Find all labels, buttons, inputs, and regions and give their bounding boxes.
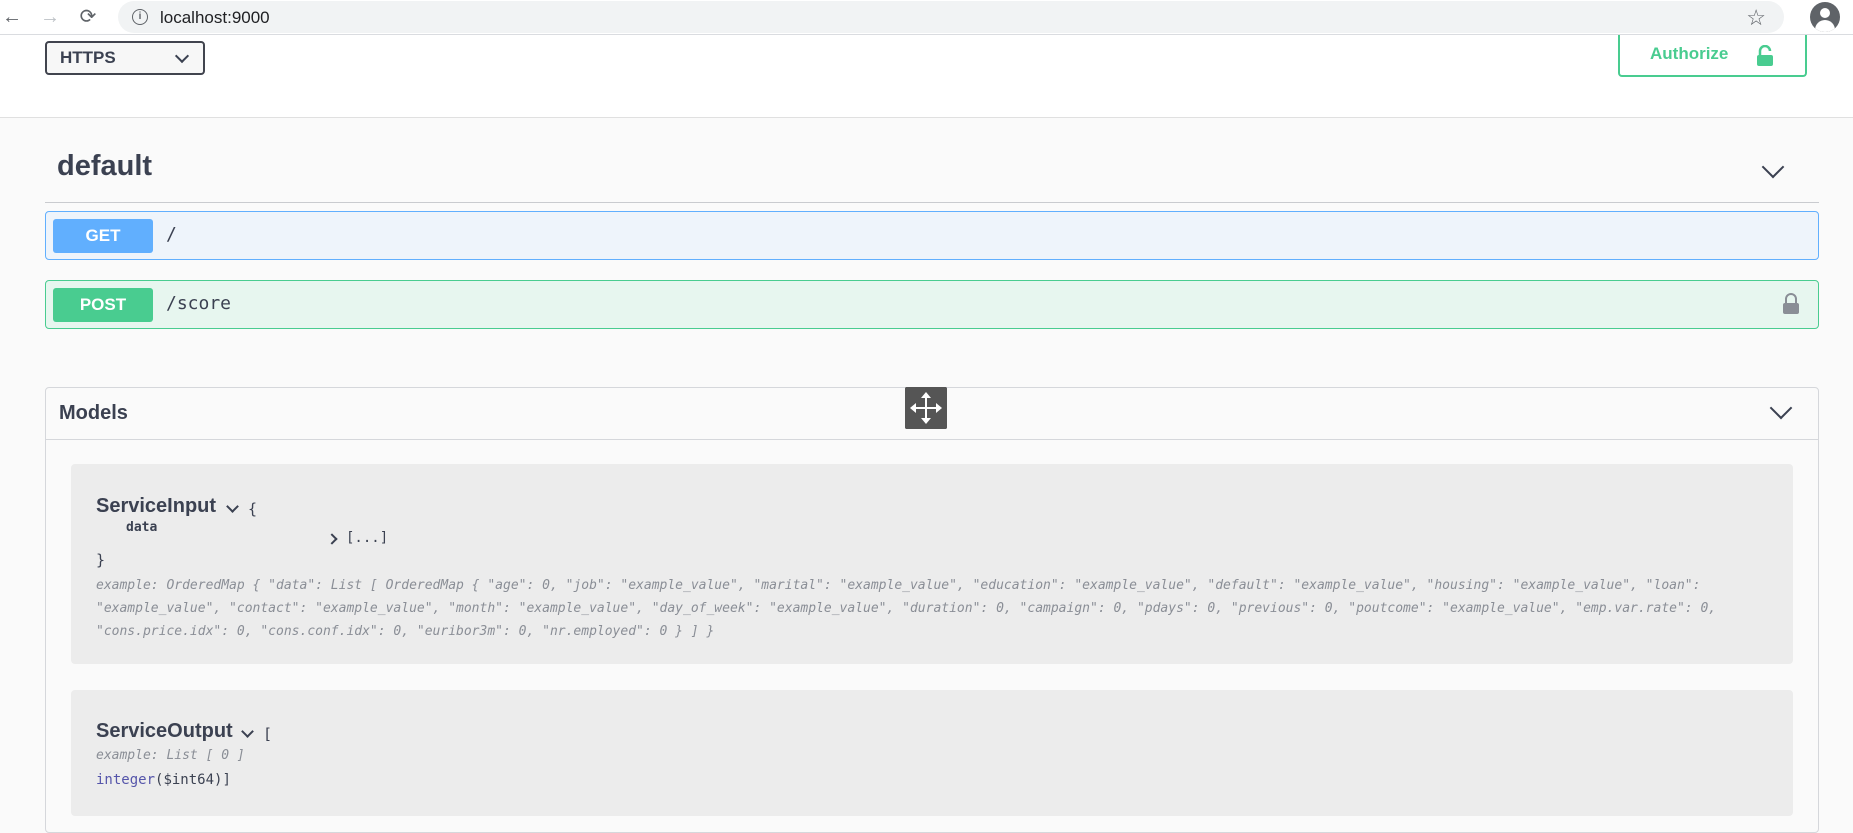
arrow-left-icon[interactable]: ← bbox=[0, 5, 24, 29]
type-name: integer bbox=[96, 772, 156, 788]
scheme-select[interactable]: HTTPS bbox=[45, 41, 205, 75]
reload-icon[interactable]: ⟳ bbox=[76, 5, 100, 29]
tag-divider bbox=[45, 202, 1819, 203]
model-service-output: ServiceOutput [ example: List [ 0 ] inte… bbox=[71, 690, 1793, 816]
operation-get-root[interactable]: GET / bbox=[45, 211, 1819, 260]
authorize-label: Authorize bbox=[1650, 44, 1729, 63]
arrow-right-icon[interactable]: → bbox=[38, 5, 62, 29]
model-example: example: OrderedMap { "data": List [ Ord… bbox=[96, 578, 1717, 639]
browser-toolbar: ← → ⟳ i localhost:9000 ☆ bbox=[0, 0, 1853, 35]
star-icon[interactable]: ☆ bbox=[1746, 5, 1766, 31]
operation-post-score[interactable]: POST /score bbox=[45, 280, 1819, 329]
open-bracket: [ bbox=[263, 725, 273, 743]
property-name: data bbox=[126, 520, 158, 535]
close-brace: } bbox=[96, 551, 106, 569]
scheme-container: HTTPS Authorize bbox=[0, 35, 1853, 118]
chevron-right-icon[interactable] bbox=[326, 533, 338, 545]
models-title: Models bbox=[59, 402, 128, 424]
scheme-selected-value: HTTPS bbox=[60, 48, 116, 67]
lock-open-icon bbox=[1757, 45, 1773, 66]
chevron-down-icon[interactable] bbox=[1769, 396, 1793, 420]
type-format: ($int64)] bbox=[155, 772, 231, 788]
operation-path: /score bbox=[166, 293, 232, 314]
model-name[interactable]: ServiceInput bbox=[96, 495, 216, 518]
chevron-down-icon bbox=[174, 48, 190, 64]
address-bar[interactable]: i localhost:9000 ☆ bbox=[118, 1, 1784, 33]
chevron-down-icon[interactable] bbox=[1761, 155, 1785, 179]
method-badge-post: POST bbox=[53, 288, 153, 322]
open-brace: { bbox=[248, 500, 258, 518]
model-type: integer($int64)] bbox=[96, 772, 231, 788]
models-section: Models ServiceInput { data [...] } examp… bbox=[45, 387, 1819, 833]
operation-path: / bbox=[166, 224, 177, 245]
account-circle-icon[interactable] bbox=[1810, 2, 1840, 32]
chevron-down-icon[interactable] bbox=[241, 725, 254, 738]
profile-head bbox=[1820, 8, 1830, 18]
lock-icon[interactable] bbox=[1782, 293, 1800, 315]
model-example: example: List [ 0 ] bbox=[96, 748, 245, 763]
profile-shoulders bbox=[1815, 20, 1835, 32]
model-name[interactable]: ServiceOutput bbox=[96, 720, 233, 743]
chevron-down-icon[interactable] bbox=[226, 500, 239, 513]
info-icon[interactable]: i bbox=[132, 9, 148, 25]
method-badge-get: GET bbox=[53, 219, 153, 253]
authorize-button[interactable]: Authorize bbox=[1618, 35, 1807, 77]
model-service-input: ServiceInput { data [...] } example: Ord… bbox=[71, 464, 1793, 664]
move-icon bbox=[905, 387, 947, 429]
address-url[interactable]: localhost:9000 bbox=[160, 8, 270, 28]
tag-title[interactable]: default bbox=[57, 150, 152, 183]
property-value[interactable]: [...] bbox=[346, 530, 388, 546]
